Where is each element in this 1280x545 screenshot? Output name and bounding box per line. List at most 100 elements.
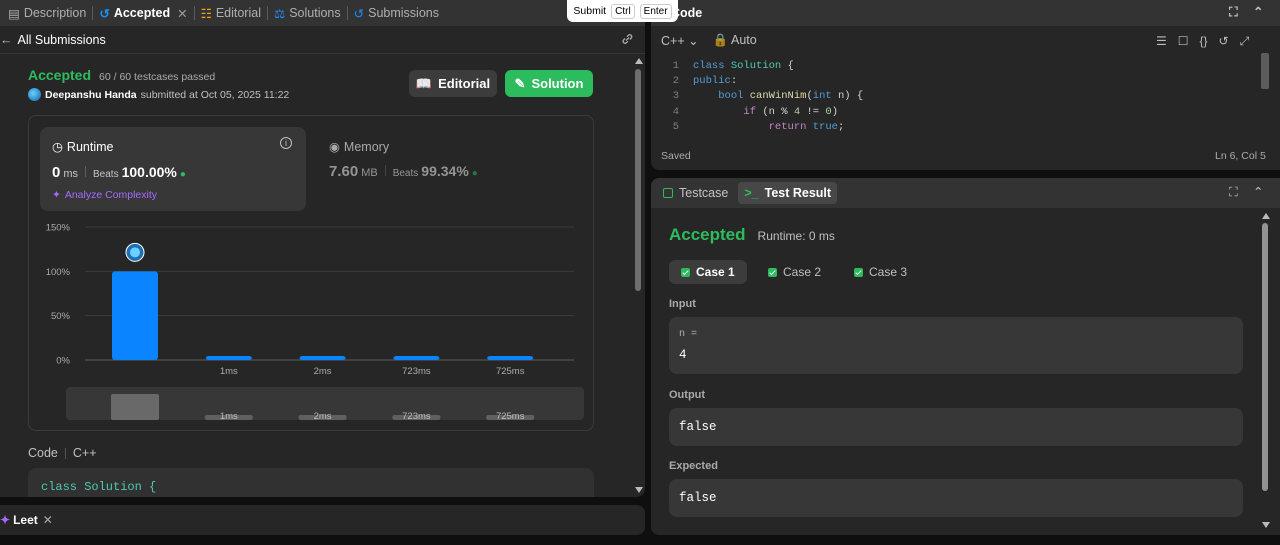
chart-bar: [487, 356, 534, 360]
chevron-down-icon: ⌄: [688, 34, 699, 48]
tab-testcase[interactable]: Testcase: [663, 186, 728, 200]
tab-submissions[interactable]: ↺ Submissions: [348, 0, 445, 26]
x-tick-label: 725ms: [496, 366, 525, 377]
editorial-button[interactable]: 📖 Editorial: [409, 70, 497, 97]
language-select[interactable]: C++ ⌄: [661, 33, 699, 48]
language-value: C++: [661, 34, 685, 48]
case-tab-3[interactable]: Case 3: [842, 260, 919, 284]
close-icon[interactable]: ✕: [43, 513, 53, 527]
leet-tab[interactable]: Leet: [13, 513, 38, 527]
line-number: 3: [672, 90, 679, 103]
chart-bar: [393, 356, 440, 360]
editor-scrollbar-thumb[interactable]: [1261, 53, 1269, 89]
collapse-icon[interactable]: ⌃: [1253, 4, 1263, 19]
line-content: public:: [693, 75, 738, 88]
format-icon[interactable]: ☰: [1156, 34, 1167, 49]
maximize-icon[interactable]: ⛶: [1229, 185, 1238, 200]
beats-badge-icon: ●: [179, 169, 186, 180]
runtime-distribution-chart: 150% 100% 50% 0% 1ms 2ms 723ms 725ms 1ms 2ms 723ms…: [46, 223, 584, 422]
tab-editorial-label: Editorial: [215, 6, 261, 20]
bookmark-icon[interactable]: ☐: [1178, 34, 1189, 49]
auto-mode[interactable]: 🔒 Auto: [713, 33, 757, 48]
memory-icon: ◉: [329, 140, 340, 154]
x-tick-label: 2ms: [314, 366, 332, 377]
memory-unit: MB: [361, 167, 378, 179]
submitted-code: class Solution {: [28, 468, 594, 497]
collapse-icon[interactable]: ⌃: [1253, 184, 1263, 199]
memory-title-row[interactable]: ◉ Memory: [329, 139, 389, 155]
mode-value: Auto: [730, 33, 757, 47]
line-content: if (n % 4 != 0): [743, 105, 838, 118]
flask-icon: ⚖: [273, 6, 286, 21]
scroll-up-icon[interactable]: [1262, 213, 1270, 219]
scroll-up-icon[interactable]: [635, 58, 643, 64]
accepted-status: Accepted: [28, 67, 92, 83]
line-number: 5: [672, 120, 679, 133]
tab-test-result-label: Test Result: [764, 186, 832, 200]
back-arrow-icon[interactable]: ←: [0, 33, 13, 47]
code-first-line: class Solution {: [41, 480, 157, 494]
avatar-highlight: [130, 247, 140, 258]
avatar[interactable]: [28, 88, 41, 101]
all-submissions-link[interactable]: All Submissions: [18, 33, 106, 47]
runtime-box[interactable]: ◷ Runtime i 0 ms Beats 100.00% ● ✦ Analy…: [40, 127, 306, 211]
editor-toolbar: C++ ⌄ 🔒 Auto: [661, 33, 757, 48]
history-icon: ↺: [99, 6, 110, 21]
case-tab-1[interactable]: Case 1: [669, 260, 747, 284]
tab-solutions[interactable]: ⚖ Solutions: [268, 0, 347, 26]
result-status-row: Accepted Runtime: 0 ms: [669, 225, 835, 245]
submitter-row: Deepanshu Handa submitted at Oct 05, 202…: [28, 88, 289, 101]
memory-beats: 99.34%: [421, 163, 469, 179]
tab-test-result[interactable]: >_ Test Result: [738, 182, 838, 204]
tab-description[interactable]: ▤ Description: [2, 0, 92, 26]
analyze-complexity-link[interactable]: ✦ Analyze Complexity: [52, 189, 157, 201]
line-number: 4: [672, 105, 679, 118]
output-label: Output: [669, 389, 706, 401]
scrollbar-thumb[interactable]: [635, 69, 641, 291]
chart-bar: [299, 356, 346, 360]
divider: [64, 447, 66, 459]
result-status: Accepted: [669, 225, 746, 244]
memory-value-row: 7.60 MB Beats 99.34% ●: [329, 163, 478, 180]
overview-label: 1ms: [220, 411, 238, 422]
maximize-icon[interactable]: ⛶: [1229, 5, 1238, 20]
close-icon[interactable]: ✕: [177, 6, 187, 21]
editor-actions: ☰ ☐ {} ↺ ⤢: [1156, 34, 1249, 49]
solution-button-label: Solution: [531, 76, 584, 91]
scroll-down-icon[interactable]: [635, 487, 643, 493]
submitted-at: submitted at Oct 05, 2025 11:22: [140, 88, 290, 101]
expand-icon[interactable]: ⤢: [1240, 34, 1250, 49]
chart-bar: [112, 271, 158, 360]
scroll-down-icon[interactable]: [1262, 522, 1270, 528]
code-editor[interactable]: 1 class Solution {2 public: 3 bool canWinNi…: [651, 60, 1280, 138]
code-section-header: Code C++: [28, 446, 97, 460]
case-tab-2[interactable]: Case 2: [756, 260, 833, 284]
y-tick-label: 50%: [51, 311, 71, 322]
y-tick-label: 100%: [46, 267, 71, 278]
info-icon[interactable]: i: [280, 137, 292, 149]
history-icon: ↺: [353, 6, 365, 21]
check-icon: [768, 267, 777, 277]
braces-icon[interactable]: {}: [1200, 34, 1208, 49]
memory-value: 7.60: [329, 163, 359, 180]
code-editor-panel: Code ⛶ ⌃ C++ ⌄ 🔒 Auto ☰ ☐ {} ↺ ⤢ 1 class …: [651, 0, 1280, 170]
solution-button[interactable]: ✎ Solution: [505, 70, 593, 97]
left-scrollbar[interactable]: [634, 55, 643, 497]
runtime-value: 0: [52, 164, 61, 181]
link-icon[interactable]: [620, 32, 635, 49]
check-icon: [854, 267, 863, 277]
tab-editorial[interactable]: ☷ Editorial: [195, 0, 267, 26]
analyze-label: Analyze Complexity: [64, 189, 158, 201]
chart-bar: [205, 356, 252, 360]
reset-icon[interactable]: ↺: [1219, 34, 1229, 49]
runtime-value-row: 0 ms Beats 100.00% ●: [52, 164, 186, 181]
tab-accepted[interactable]: ↺ Accepted ✕: [93, 0, 193, 26]
username-link[interactable]: Deepanshu Handa: [45, 89, 137, 101]
line-content: class Solution {: [693, 60, 794, 72]
divider: [384, 165, 386, 176]
scrollbar-thumb[interactable]: [1262, 223, 1268, 491]
result-scrollbar[interactable]: [1261, 211, 1270, 533]
divider: [85, 166, 87, 177]
submit-shortcut-tooltip: Submit Ctrl Enter: [567, 0, 678, 22]
tab-accepted-label: Accepted: [113, 6, 171, 20]
